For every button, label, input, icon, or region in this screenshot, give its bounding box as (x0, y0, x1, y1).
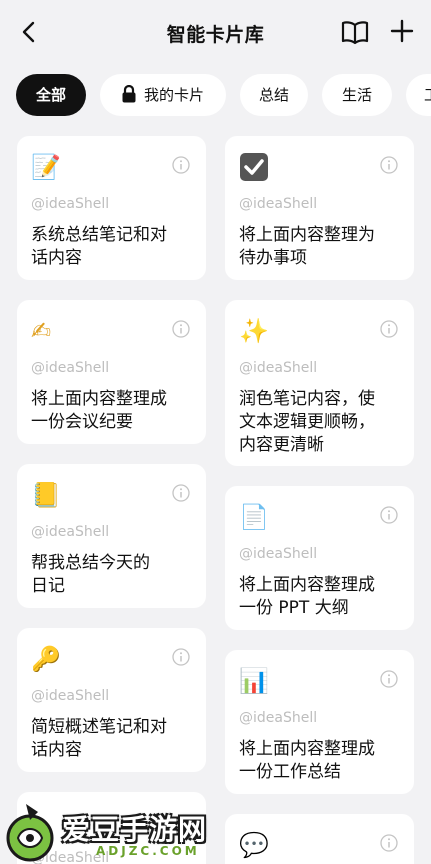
card-text-line: 润色笔记内容，使 (239, 389, 375, 409)
card-text-line: 简短概述笔记和对 (31, 717, 167, 737)
sparkles-icon: ✨ (239, 317, 269, 345)
card-diary-summary[interactable]: 📒 @ideaShell 帮我总结今天的 日记 (17, 464, 206, 608)
card-text-line: 话内容 (31, 248, 82, 268)
chip-summary[interactable]: 总结 (240, 74, 308, 116)
card-text-line: 日记 (31, 576, 65, 596)
info-icon[interactable] (172, 156, 190, 174)
card-text-line: 将上面内容整理成 (239, 575, 375, 595)
card-text-line: 一份会议纪要 (31, 412, 133, 432)
card-text: 系统总结笔记和对 话内容 (31, 224, 192, 270)
card-text: 帮我总结今天的 日记 (31, 552, 192, 598)
card-todo-list[interactable]: @ideaShell 将上面内容整理为 待办事项 (225, 136, 414, 280)
card-author: @ideaShell (31, 196, 110, 212)
card-text-line: 待办事项 (239, 248, 307, 268)
lock-icon (122, 85, 136, 103)
card-text: 将上面内容整理为 待办事项 (239, 224, 400, 270)
writing-hand-icon: ✍ (31, 317, 52, 345)
book-icon[interactable] (340, 18, 370, 46)
chip-label: 生活 (341, 86, 372, 104)
info-icon[interactable] (380, 834, 398, 852)
checkbox-icon (240, 153, 268, 181)
card-text-line: 文本逻辑更顺畅， (239, 412, 375, 432)
card-author: @ideaShell (239, 546, 318, 562)
card-text-line: 一份 PPT 大纲 (239, 598, 349, 618)
watermark: 爱豆手游网 ADJZC.COM (0, 798, 260, 864)
notebook-icon: 📒 (31, 481, 61, 509)
chip-label: 全部 (35, 86, 66, 104)
card-work-summary[interactable]: 📊 @ideaShell 将上面内容整理成 一份工作总结 (225, 650, 414, 794)
card-polish-notes[interactable]: ✨ @ideaShell 润色笔记内容，使 文本逻辑更顺畅， 内容更清晰 (225, 300, 414, 466)
card-text-line: 将上面内容整理成 (31, 389, 167, 409)
card-text: 将上面内容整理成 一份会议纪要 (31, 388, 192, 434)
card-text-line: 将上面内容整理为 (239, 225, 375, 245)
card-text-line: 内容更清晰 (239, 435, 324, 455)
card-system-summary[interactable]: 📝 @ideaShell 系统总结笔记和对 话内容 (17, 136, 206, 280)
info-icon[interactable] (172, 484, 190, 502)
nav-bar: 智能卡片库 (0, 0, 431, 64)
card-author: @ideaShell (239, 360, 318, 376)
info-icon[interactable] (380, 506, 398, 524)
chip-label: 我的卡片 (143, 86, 204, 104)
watermark-site: ADJZC.COM (96, 844, 200, 858)
info-icon[interactable] (380, 670, 398, 688)
card-author: @ideaShell (239, 710, 318, 726)
card-text: 将上面内容整理成 一份 PPT 大纲 (239, 574, 400, 620)
card-author: @ideaShell (239, 196, 318, 212)
chip-my-cards[interactable]: 我的卡片 (100, 74, 226, 116)
info-icon[interactable] (172, 320, 190, 338)
info-icon[interactable] (172, 648, 190, 666)
chip-work[interactable]: 工 (406, 74, 431, 116)
watermark-brand: 爱豆手游网 (62, 813, 208, 846)
chip-all[interactable]: 全部 (16, 74, 86, 116)
card-text: 润色笔记内容，使 文本逻辑更顺畅， 内容更清晰 (239, 388, 400, 457)
card-brief-overview[interactable]: 🔑 @ideaShell 简短概述笔记和对 话内容 (17, 628, 206, 772)
card-ppt-outline[interactable]: 📄 @ideaShell 将上面内容整理成 一份 PPT 大纲 (225, 486, 414, 630)
key-icon: 🔑 (31, 645, 61, 673)
card-author: @ideaShell (31, 360, 110, 376)
chip-life[interactable]: 生活 (322, 74, 392, 116)
info-icon[interactable] (380, 320, 398, 338)
bean-logo-icon (6, 804, 54, 862)
card-text-line: 一份工作总结 (239, 762, 341, 782)
bar-chart-icon: 📊 (239, 667, 269, 695)
card-author: @ideaShell (31, 688, 110, 704)
card-text-line: 话内容 (31, 740, 82, 760)
document-icon: 📄 (239, 503, 269, 531)
card-text-line: 将上面内容整理成 (239, 739, 375, 759)
card-text: 将上面内容整理成 一份工作总结 (239, 738, 400, 784)
memo-icon: 📝 (31, 153, 61, 181)
card-author: @ideaShell (31, 524, 110, 540)
info-icon[interactable] (380, 156, 398, 174)
chip-label: 工 (424, 86, 431, 104)
add-icon[interactable] (388, 17, 416, 45)
filter-chips: 全部 我的卡片 总结 生活 工 (0, 74, 431, 120)
card-text-line: 系统总结笔记和对 (31, 225, 167, 245)
card-meeting-minutes[interactable]: ✍ @ideaShell 将上面内容整理成 一份会议纪要 (17, 300, 206, 444)
chip-label: 总结 (258, 86, 289, 104)
card-text: 简短概述笔记和对 话内容 (31, 716, 192, 762)
card-text-line: 帮我总结今天的 (31, 553, 150, 573)
